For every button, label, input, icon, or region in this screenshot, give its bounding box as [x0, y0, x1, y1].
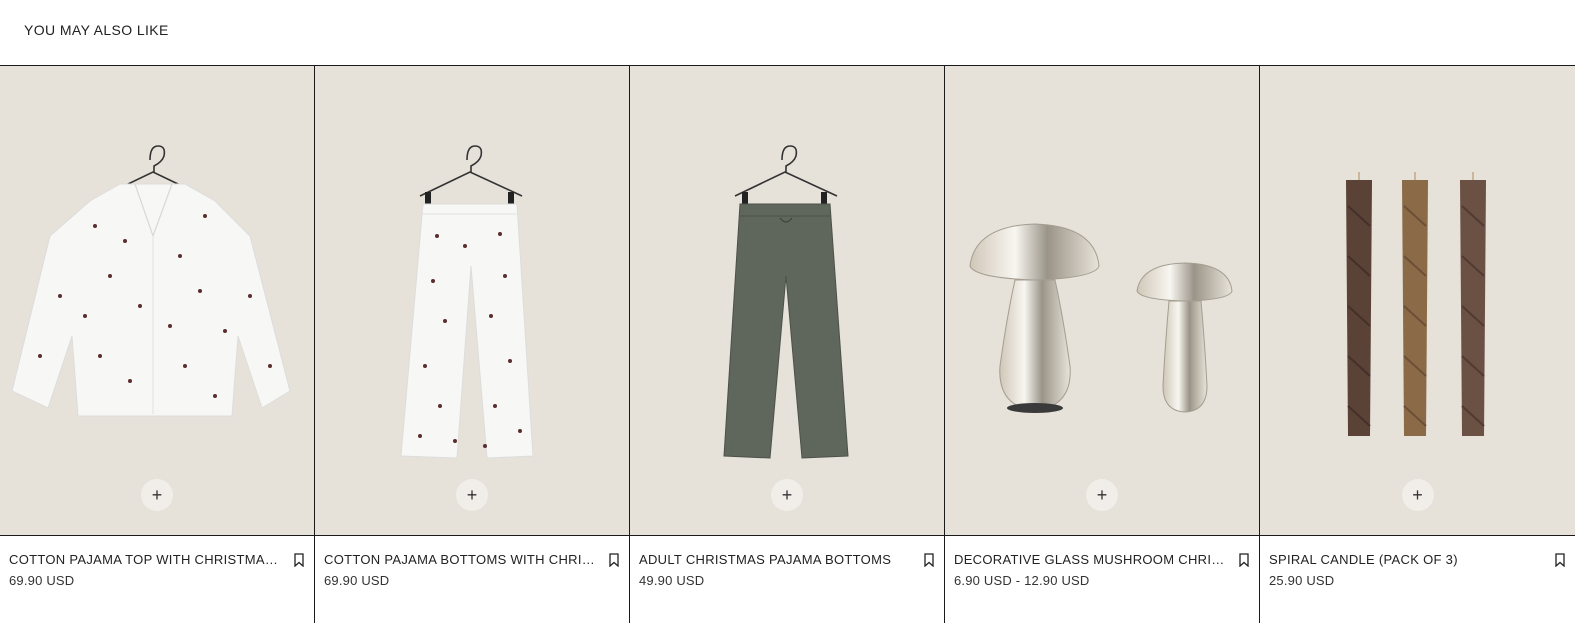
- green-pajama-bottoms-icon: [723, 145, 849, 459]
- add-to-cart-button[interactable]: +: [1401, 479, 1434, 511]
- glass-mushroom-icon: [969, 223, 1233, 413]
- product-price: 69.90 USD: [9, 573, 75, 588]
- product-grid: + COTTON PAJAMA TOP WITH CHRISTMAS SPRIG…: [0, 65, 1575, 623]
- product-image[interactable]: +: [630, 66, 944, 536]
- product-price: 25.90 USD: [1269, 573, 1335, 588]
- product-card[interactable]: + COTTON PAJAMA BOTTOMS WITH CHRISTMAS S…: [315, 66, 630, 623]
- product-card[interactable]: + ADULT CHRISTMAS PAJAMA BOTTOMS 49.90 U…: [630, 66, 945, 623]
- bookmark-icon[interactable]: [608, 552, 620, 567]
- product-name[interactable]: SPIRAL CANDLE (PACK OF 3): [1269, 552, 1458, 567]
- bookmark-icon[interactable]: [923, 552, 935, 567]
- pajama-top-icon: [11, 145, 291, 417]
- product-card[interactable]: + DECORATIVE GLASS MUSHROOM CHRISTMAS OR…: [945, 66, 1260, 623]
- product-image[interactable]: +: [0, 66, 314, 536]
- section-title: YOU MAY ALSO LIKE: [24, 22, 169, 38]
- product-name[interactable]: COTTON PAJAMA TOP WITH CHRISTMAS SPRIG P…: [9, 552, 285, 567]
- product-price: 69.90 USD: [324, 573, 390, 588]
- spiral-candle-icon: [1346, 172, 1486, 436]
- product-price: 6.90 USD - 12.90 USD: [954, 573, 1090, 588]
- product-name[interactable]: COTTON PAJAMA BOTTOMS WITH CHRISTMAS SPR…: [324, 552, 600, 567]
- bookmark-icon[interactable]: [1554, 552, 1566, 567]
- product-image[interactable]: +: [315, 66, 629, 536]
- product-price: 49.90 USD: [639, 573, 705, 588]
- product-name[interactable]: DECORATIVE GLASS MUSHROOM CHRISTMAS ORNA…: [954, 552, 1230, 567]
- bookmark-icon[interactable]: [1238, 552, 1250, 567]
- add-to-cart-button[interactable]: +: [456, 479, 488, 511]
- product-card[interactable]: + COTTON PAJAMA TOP WITH CHRISTMAS SPRIG…: [0, 66, 315, 623]
- add-to-cart-button[interactable]: +: [1086, 479, 1118, 511]
- product-card[interactable]: + SPIRAL CANDLE (PACK OF 3) 25.90 USD: [1260, 66, 1575, 623]
- product-name[interactable]: ADULT CHRISTMAS PAJAMA BOTTOMS: [639, 552, 891, 567]
- bookmark-icon[interactable]: [293, 552, 305, 567]
- add-to-cart-button[interactable]: +: [771, 479, 803, 511]
- product-image[interactable]: +: [1260, 66, 1575, 536]
- pajama-bottoms-icon: [400, 145, 534, 459]
- product-image[interactable]: +: [945, 66, 1259, 536]
- add-to-cart-button[interactable]: +: [141, 479, 173, 511]
